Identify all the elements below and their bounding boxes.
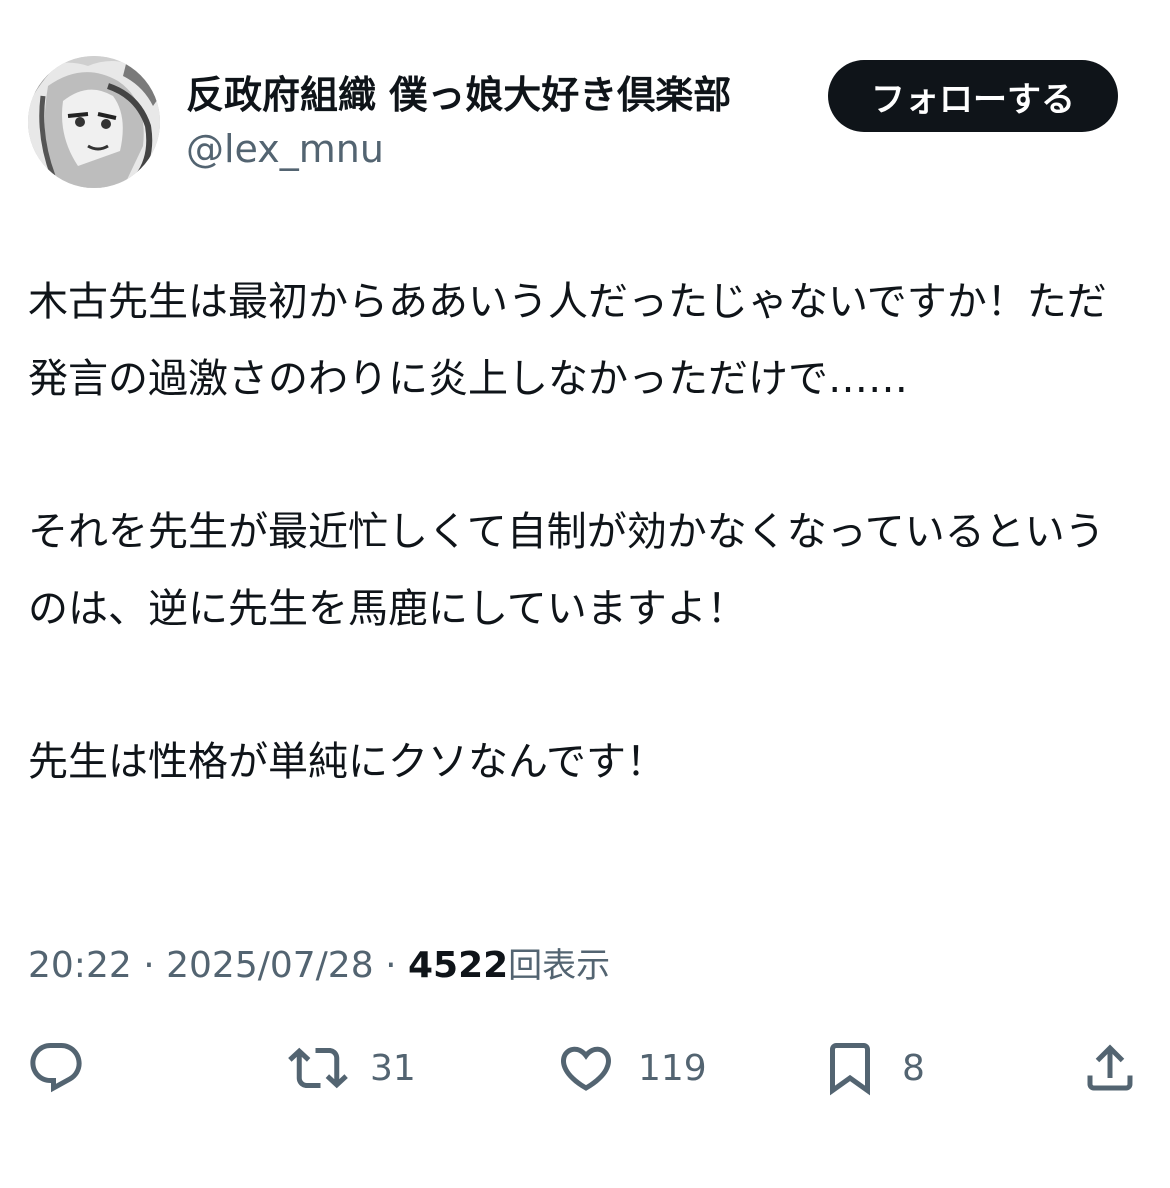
retweet-icon — [288, 1047, 348, 1089]
heart-icon — [560, 1046, 612, 1091]
user-avatar[interactable] — [28, 56, 160, 188]
share-button[interactable] — [1080, 1038, 1140, 1098]
tweet-paragraph: それを先生が最近忙しくて自制が効かなくなっているというのは、逆に先生を馬鹿にして… — [28, 509, 1105, 632]
like-button[interactable]: 119 — [556, 1038, 707, 1098]
tweet-time[interactable]: 20:22 — [28, 945, 132, 986]
meta-separator: · — [385, 945, 397, 986]
tweet-paragraph: 先生は性格が単純にクソなんです！ — [28, 739, 666, 785]
tweet-date[interactable]: 2025/07/28 — [166, 945, 374, 986]
reply-button[interactable] — [26, 1038, 86, 1098]
author-handle[interactable]: @lex_mnu — [186, 124, 384, 174]
tweet-paragraph: 木古先生は最初からああいう人だったじゃないですか！ただ発言の過激さのわりに炎上し… — [28, 279, 1107, 402]
bookmark-icon — [830, 1043, 870, 1096]
share-icon — [1087, 1044, 1133, 1091]
meta-separator: · — [143, 945, 155, 986]
follow-button[interactable]: フォローする — [828, 60, 1118, 132]
views-label: 回表示 — [508, 946, 611, 986]
user-avatar-icon — [28, 56, 160, 188]
retweet-button[interactable]: 31 — [288, 1038, 416, 1098]
bookmark-button[interactable]: 8 — [820, 1038, 925, 1098]
reply-icon — [30, 1043, 82, 1093]
like-count: 119 — [638, 1047, 707, 1089]
tweet-meta: 20:22 · 2025/07/28 · 4522回表示 — [28, 938, 610, 994]
author-display-name[interactable]: 反政府組織 僕っ娘大好き倶楽部 — [186, 70, 731, 120]
tweet-text: 木古先生は最初からああいう人だったじゃないですか！ただ発言の過激さのわりに炎上し… — [28, 264, 1138, 801]
retweet-count: 31 — [370, 1047, 416, 1089]
bookmark-count: 8 — [902, 1047, 925, 1089]
views-count: 4522 — [407, 945, 509, 986]
